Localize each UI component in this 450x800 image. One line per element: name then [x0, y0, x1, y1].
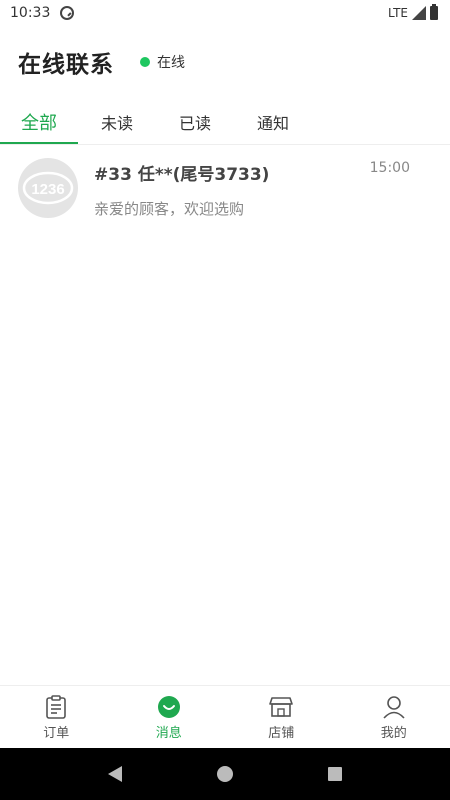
tab-all[interactable]: 全部 [0, 100, 78, 144]
nav-label: 我的 [380, 725, 407, 741]
nav-profile[interactable]: 我的 [338, 686, 450, 748]
page-title: 在线联系 [18, 52, 114, 78]
tab-label: 全部 [21, 113, 57, 134]
network-label: LTE [388, 6, 408, 20]
online-status[interactable]: 在线 [140, 52, 185, 72]
online-status-label: 在线 [157, 55, 185, 71]
conversation-item[interactable]: 1236 #33 任**(尾号3733) 15:00 亲爱的顾客，欢迎选购 [0, 146, 450, 230]
conversation-name: #33 任**(尾号3733) [94, 165, 270, 185]
home-icon[interactable] [216, 766, 233, 782]
conversation-time: 15:00 [369, 160, 410, 176]
conversation-preview: 亲爱的顾客，欢迎选购 [94, 200, 245, 218]
bottom-nav: 订单 消息 店铺 我的 [0, 685, 450, 748]
avatar-logo-text: 1236 [31, 181, 64, 198]
notification-icon [60, 6, 75, 20]
nav-label: 店铺 [268, 725, 295, 741]
tab-notifications[interactable]: 通知 [234, 100, 312, 144]
signal-icon [412, 6, 426, 20]
divider [0, 144, 450, 145]
person-icon [381, 694, 407, 720]
back-icon[interactable] [107, 766, 122, 782]
tab-label: 未读 [100, 114, 133, 133]
page-header: 在线联系 在线 [0, 40, 450, 84]
tab-read[interactable]: 已读 [156, 100, 234, 144]
nav-messages[interactable]: 消息 [113, 686, 226, 748]
store-icon [268, 694, 294, 720]
tab-unread[interactable]: 未读 [78, 100, 156, 144]
message-tabs: 全部 未读 已读 通知 [0, 100, 450, 144]
message-icon [156, 694, 182, 720]
status-bar: 10:33 LTE [0, 0, 450, 26]
status-time: 10:33 [10, 5, 51, 21]
tab-label: 已读 [178, 114, 211, 133]
nav-label: 消息 [155, 725, 182, 741]
system-nav-bar [0, 748, 450, 800]
recent-apps-icon[interactable] [328, 767, 343, 781]
online-dot-icon [140, 57, 150, 67]
battery-icon [430, 4, 438, 20]
clipboard-icon [43, 694, 69, 720]
nav-store[interactable]: 店铺 [225, 686, 338, 748]
avatar: 1236 [18, 158, 78, 218]
nav-orders[interactable]: 订单 [0, 686, 113, 748]
nav-label: 订单 [43, 725, 70, 741]
tab-label: 通知 [256, 114, 289, 133]
